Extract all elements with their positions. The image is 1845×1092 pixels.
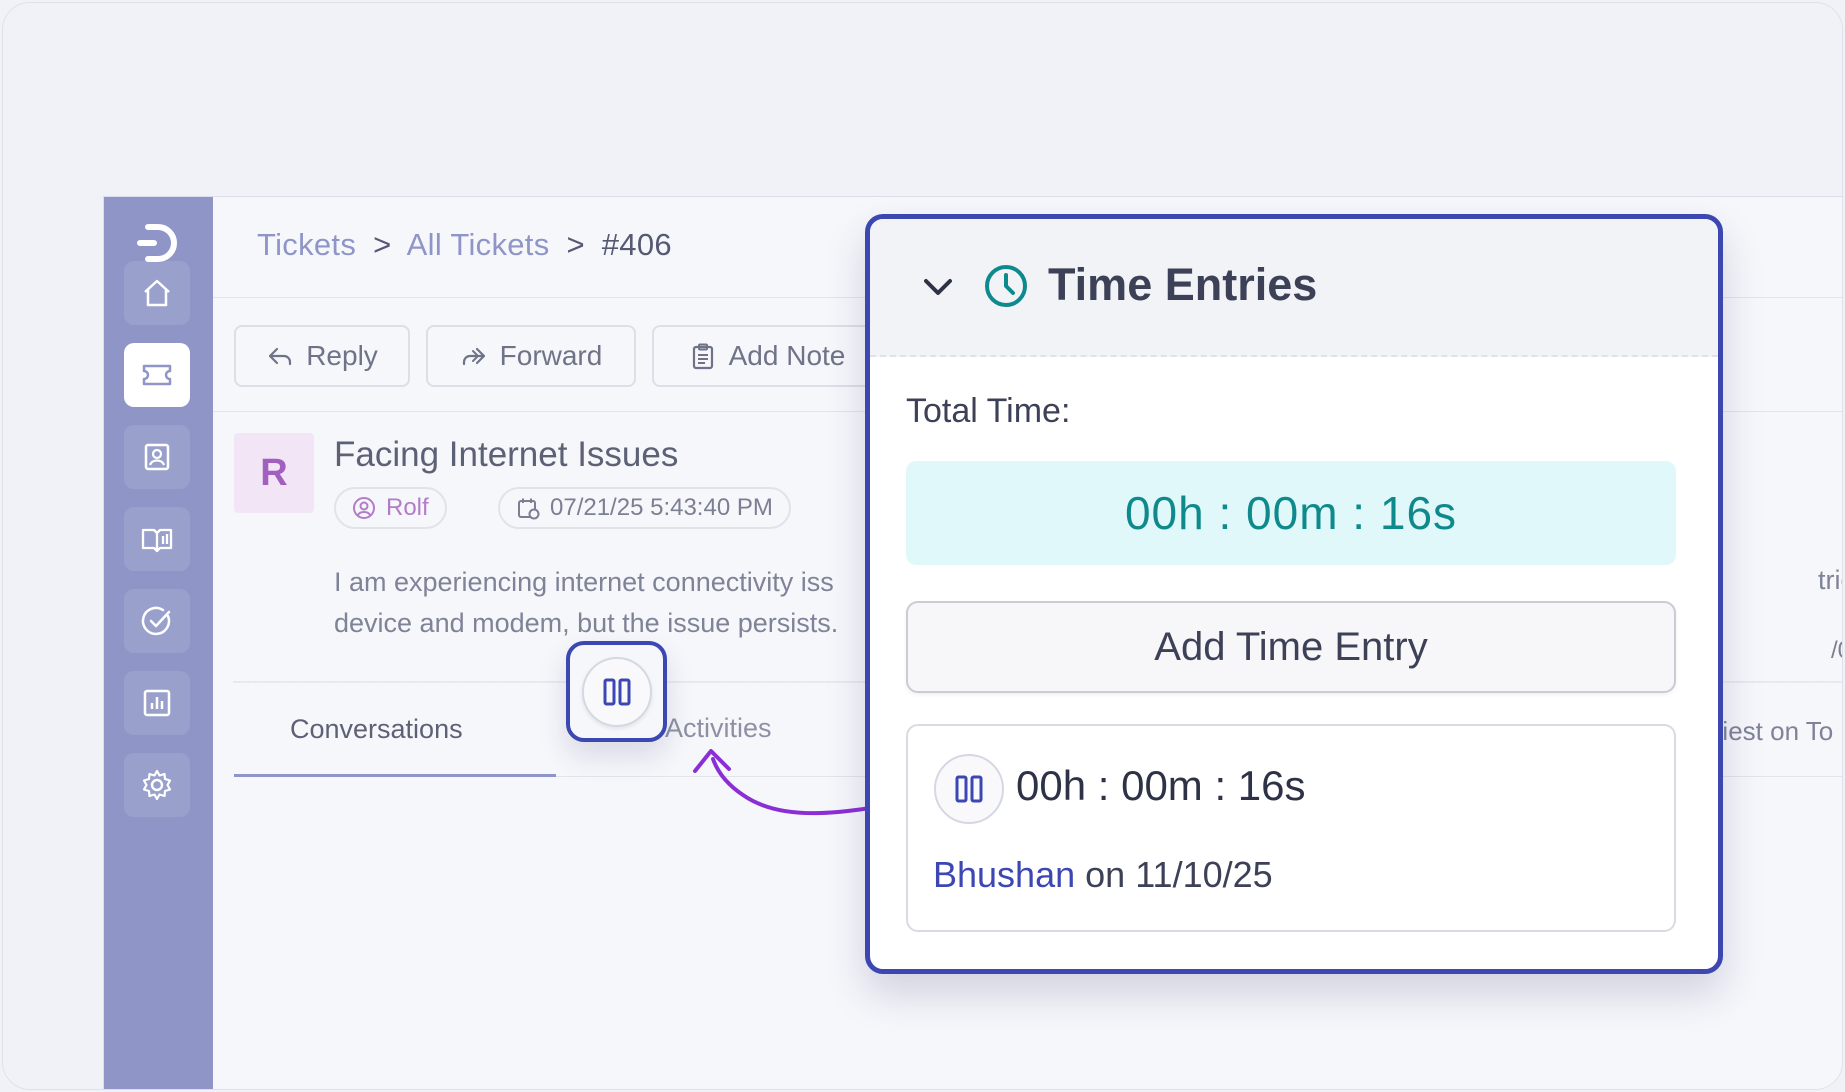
requester-pill[interactable]: Rolf: [334, 487, 447, 529]
active-tab-indicator: [234, 774, 556, 777]
description-line: I am experiencing internet connectivity …: [334, 567, 834, 597]
reply-icon: [269, 347, 292, 366]
book-open-icon: [141, 528, 173, 553]
description-partial-right: tries resta: [1818, 565, 1842, 595]
sidebar: [104, 197, 213, 1089]
pause-icon: [955, 775, 983, 803]
breadcrumb-separator: >: [566, 227, 585, 262]
contact-card-icon: [144, 443, 170, 471]
sidebar-item-tickets[interactable]: [124, 343, 190, 407]
sidebar-item-home[interactable]: [124, 261, 190, 325]
entry-duration: 00h : 00m : 16s: [1016, 762, 1306, 809]
description-line: device and modem, but the issue persists…: [334, 608, 839, 638]
entry-on-label: on: [1085, 854, 1126, 895]
home-icon: [144, 279, 170, 307]
app-logo-icon[interactable]: [134, 219, 182, 267]
breadcrumb: Tickets > All Tickets > #406: [257, 227, 672, 263]
total-time-display: 00h : 00m : 16s: [906, 461, 1676, 565]
entry-meta: Bhushan on 11/10/25: [933, 854, 1273, 896]
user-circle-icon: [353, 497, 375, 519]
entry-date: 11/10/25: [1135, 854, 1273, 895]
reply-label: Reply: [306, 340, 378, 371]
created-date: 07/21/25 5:43:40 PM: [550, 494, 773, 521]
updated-date-partial: /04/25 5:14: [1831, 637, 1842, 664]
breadcrumb-separator: >: [373, 227, 392, 262]
entry-pause-button[interactable]: [934, 754, 1004, 824]
created-date-pill: 07/21/25 5:43:40 PM: [498, 487, 791, 529]
add-note-button[interactable]: Add Note: [652, 325, 882, 387]
breadcrumb-ticket-id: #406: [601, 227, 672, 262]
sidebar-item-settings[interactable]: [124, 753, 190, 817]
screenshot-frame: Tickets > All Tickets > #406 Reply Forwa…: [2, 2, 1843, 1090]
ticket-icon: [142, 364, 172, 386]
time-entries-header[interactable]: Time Entries: [870, 219, 1718, 357]
tab-conversations[interactable]: Conversations: [290, 714, 463, 745]
time-entries-title: Time Entries: [1048, 259, 1318, 310]
sort-earliest-partial[interactable]: rliest on To: [1708, 716, 1833, 747]
requester-name: Rolf: [386, 494, 429, 521]
timer-pause-button[interactable]: [581, 656, 652, 727]
requester-avatar: R: [234, 433, 314, 513]
sidebar-item-reports[interactable]: [124, 671, 190, 735]
sidebar-item-knowledge-base[interactable]: [124, 507, 190, 571]
check-circle-icon: [141, 606, 171, 636]
time-entries-panel: Time Entries Total Time: 00h : 00m : 16s…: [865, 214, 1723, 974]
chevron-down-icon[interactable]: [920, 269, 956, 305]
add-note-label: Add Note: [728, 340, 846, 371]
clock-icon: [985, 265, 1027, 307]
reply-button[interactable]: Reply: [234, 325, 410, 387]
total-time-label: Total Time:: [906, 392, 1071, 430]
sidebar-item-contacts[interactable]: [124, 425, 190, 489]
pause-icon: [603, 678, 630, 705]
clipboard-icon: [692, 343, 713, 370]
entry-user-link[interactable]: Bhushan: [933, 854, 1075, 895]
breadcrumb-tickets[interactable]: Tickets: [257, 227, 356, 262]
add-time-entry-button[interactable]: Add Time Entry: [906, 601, 1676, 693]
ticket-subject: Facing Internet Issues: [334, 435, 679, 474]
calendar-clock-icon: [518, 498, 540, 520]
bar-chart-icon: [143, 689, 171, 717]
time-entry-card: 00h : 00m : 16s Bhushan on 11/10/25: [906, 724, 1676, 932]
gear-icon: [142, 769, 172, 801]
forward-icon: [462, 347, 485, 366]
ticket-description: I am experiencing internet connectivity …: [334, 562, 894, 644]
timer-pause-button-highlight[interactable]: [566, 641, 667, 742]
sidebar-item-tasks[interactable]: [124, 589, 190, 653]
breadcrumb-all-tickets[interactable]: All Tickets: [407, 227, 550, 262]
forward-label: Forward: [499, 340, 603, 371]
forward-button[interactable]: Forward: [426, 325, 636, 387]
